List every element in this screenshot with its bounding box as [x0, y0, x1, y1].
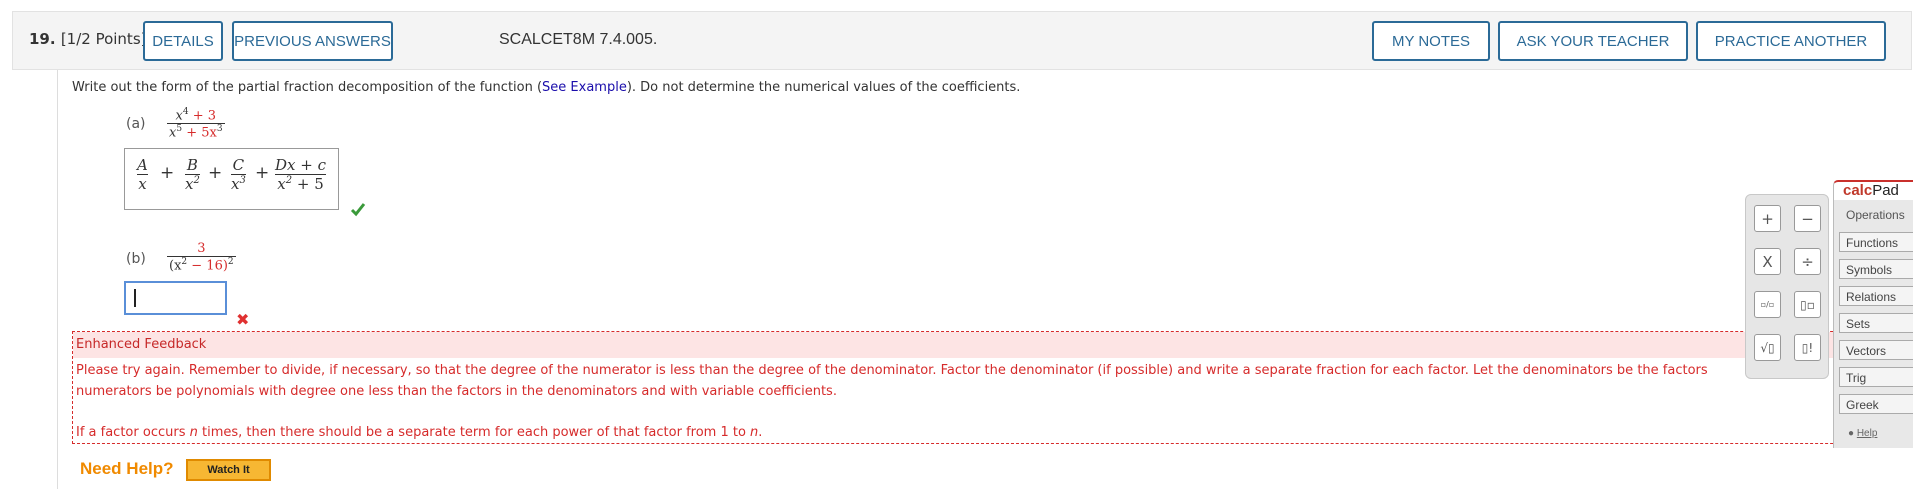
term-d: Dx + c x2 + 5 [275, 156, 326, 193]
term-b: Bx2 [185, 156, 200, 193]
watch-it-button[interactable]: Watch It [186, 459, 271, 481]
question-number: 19. [1/2 Points] [29, 30, 146, 48]
calcpad-symbols-tab[interactable]: Symbols [1839, 259, 1913, 279]
part-a-function: x4 + 3 x5 + 5x3 [167, 107, 225, 141]
part-b-function: 3 (x2 − 16)2 [167, 241, 236, 273]
calcpad-title[interactable]: calcPad [1843, 182, 1913, 200]
calcpad-operations-tab[interactable]: Operations [1846, 208, 1905, 222]
exponent-key[interactable]: ▯▫ [1794, 291, 1821, 318]
calcpad-relations-tab[interactable]: Relations [1839, 286, 1913, 306]
minus-key[interactable]: − [1794, 205, 1821, 232]
need-help-label: Need Help? [80, 459, 174, 478]
part-b-numerator: 3 [197, 241, 206, 256]
calcpad-help-link[interactable]: ● Help [1848, 428, 1877, 439]
help-icon: ● [1848, 428, 1855, 439]
calcpad-functions-tab[interactable]: Functions [1839, 232, 1913, 252]
points-text: [1/2 Points] [60, 30, 147, 48]
plus-sign: + [255, 163, 270, 183]
calcpad-menu: Operations Functions Symbols Relations S… [1833, 200, 1913, 448]
question-header: 19. [1/2 Points] DETAILS PREVIOUS ANSWER… [12, 11, 1912, 70]
part-a-numerator: x4 + 3 [175, 107, 217, 124]
term-a: Ax [137, 156, 148, 193]
calcpad-greek-tab[interactable]: Greek [1839, 394, 1913, 414]
calcpad-vectors-tab[interactable]: Vectors [1839, 340, 1913, 360]
calcpad-keypad: + − X ÷ ▫/▫ ▯▫ √▯ ▯! [1745, 194, 1829, 379]
part-b-denominator: (x2 − 16)2 [169, 257, 234, 274]
feedback-title: Enhanced Feedback [73, 332, 1913, 358]
prompt-text: Write out the form of the partial fracti… [72, 80, 543, 95]
enhanced-feedback: Enhanced Feedback Please try again. Reme… [72, 331, 1913, 444]
check-icon [350, 203, 366, 217]
question-number-text: 19. [29, 30, 56, 48]
calcpad-sets-tab[interactable]: Sets [1839, 313, 1913, 333]
part-b-answer-input[interactable] [124, 281, 227, 315]
sqrt-key[interactable]: √▯ [1754, 334, 1781, 361]
part-a-label: (a) [126, 116, 146, 132]
practice-another-button[interactable]: PRACTICE ANOTHER [1696, 21, 1886, 61]
part-b-label: (b) [126, 251, 146, 267]
plus-key[interactable]: + [1754, 205, 1781, 232]
see-example-link[interactable]: See Example [542, 80, 627, 95]
previous-answers-button[interactable]: PREVIOUS ANSWERS [232, 21, 393, 61]
x-mark-icon: ✖ [236, 310, 250, 329]
problem-code: SCALCET8M 7.4.005. [499, 31, 658, 48]
calcpad-trig-tab[interactable]: Trig [1839, 367, 1913, 387]
times-key[interactable]: X [1754, 248, 1781, 275]
plus-sign: + [208, 163, 223, 183]
question-prompt: Write out the form of the partial fracti… [72, 80, 1020, 95]
fraction-key[interactable]: ▫/▫ [1754, 291, 1781, 318]
feedback-line-3: If a factor occurs n times, then there s… [76, 425, 763, 440]
ask-your-teacher-button[interactable]: ASK YOUR TEACHER [1498, 21, 1688, 61]
feedback-line-2: numerators be polynomials with degree on… [76, 384, 837, 399]
divide-key[interactable]: ÷ [1794, 248, 1821, 275]
factorial-key[interactable]: ▯! [1794, 334, 1821, 361]
details-button[interactable]: DETAILS [143, 21, 223, 61]
prompt-text-end: ). Do not determine the numerical values… [626, 80, 1021, 95]
text-caret [134, 289, 136, 307]
part-a-answer-box: Ax + Bx2 + Cx3 + Dx + c x2 + 5 [124, 148, 339, 210]
term-c: Cx3 [231, 156, 246, 193]
my-notes-button[interactable]: MY NOTES [1372, 21, 1490, 61]
plus-sign: + [160, 163, 175, 183]
part-a-denominator: x5 + 5x3 [169, 124, 223, 141]
feedback-line-1: Please try again. Remember to divide, if… [76, 363, 1708, 378]
